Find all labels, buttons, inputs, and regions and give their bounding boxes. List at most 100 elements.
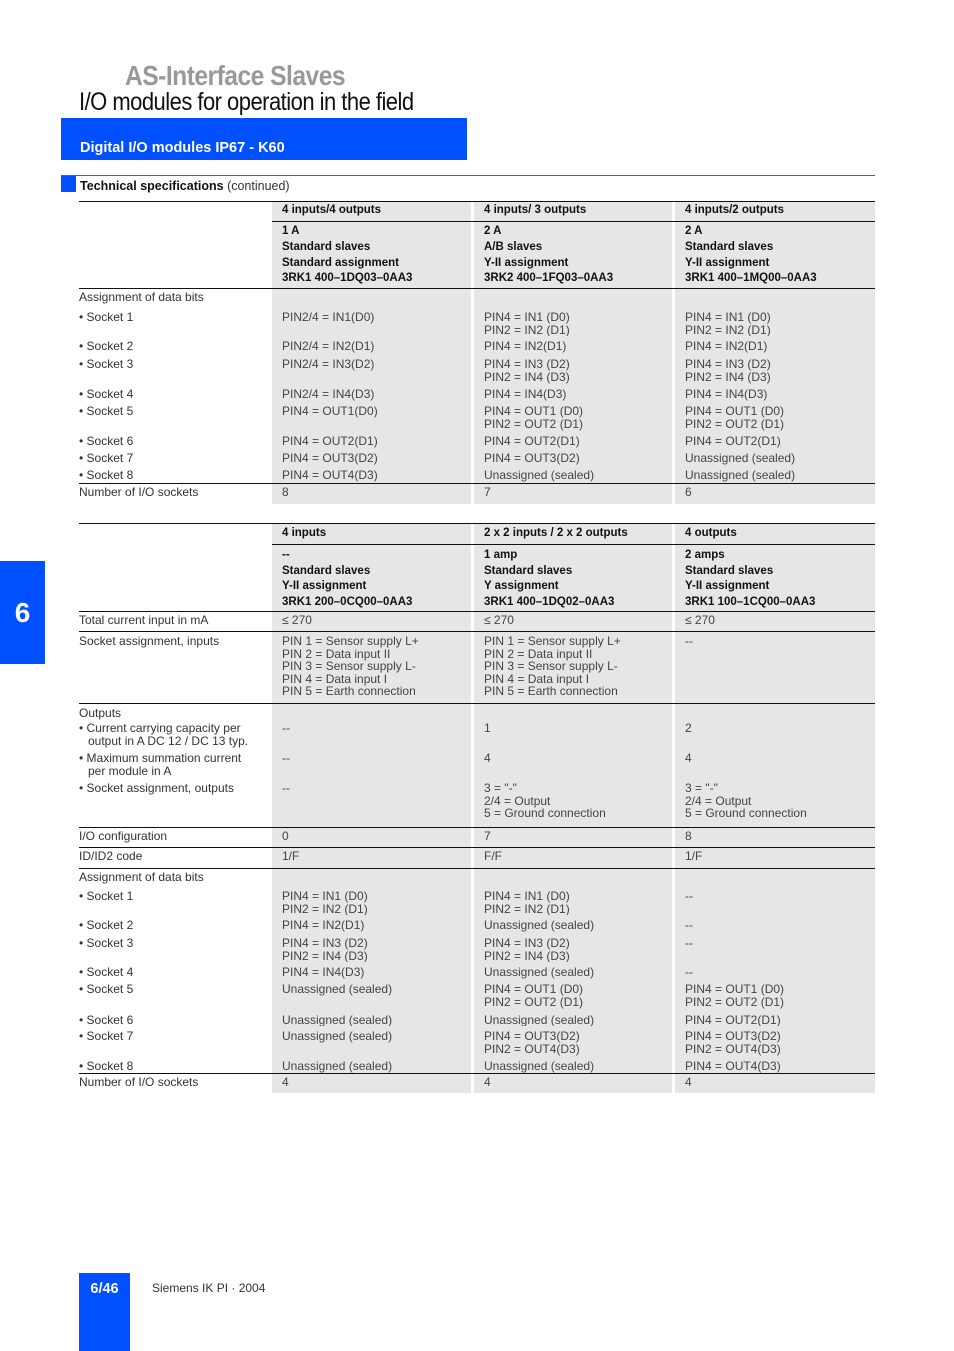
cell-line: PIN2 = OUT4(D3) [685, 1041, 781, 1056]
num-sockets-value: 6 [675, 483, 875, 504]
socket-label: Socket 6 [79, 1010, 272, 1027]
socket-label: Socket 5 [79, 979, 272, 1010]
cell-line: 1/F [685, 849, 703, 863]
num-sockets-value: 4 [272, 1073, 471, 1093]
cell-line: PIN4 = IN4(D3) [282, 965, 365, 979]
label-text: Socket 4 [79, 388, 272, 401]
socket-value: PIN4 = OUT3(D2) PIN2 = OUT4(D3) [474, 1026, 672, 1056]
socket-row: Socket 5 Unassigned (sealed) PIN4 = OUT1 (… [79, 979, 875, 1010]
cell-line: 5 = Ground connection [685, 806, 807, 821]
socket-value: PIN4 = OUT2(D1) [272, 431, 471, 448]
socket-label: Socket 8 [79, 465, 272, 483]
label-text: Socket 5 [79, 983, 272, 996]
cell-line: PIN 1 = Sensor supply L+ [484, 634, 621, 648]
socket-value: PIN4 = OUT3(D2) PIN2 = OUT4(D3) [675, 1026, 875, 1056]
socket-value: Unassigned (sealed) [474, 962, 672, 979]
section-suffix: (continued) [227, 179, 290, 193]
socket-label: Socket 7 [79, 448, 272, 465]
socket-value: Unassigned (sealed) [474, 1010, 672, 1026]
column-spec-header: 2 amps Standard slaves Y-II assignment 3RK1… [675, 544, 875, 611]
cell-line: Standard assignment [282, 256, 399, 269]
cell-line: 2 x 2 inputs / 2 x 2 outputs [484, 527, 628, 539]
cell-line: 4 [484, 751, 491, 765]
value-cell [272, 703, 471, 721]
socket-label: Socket 3 [79, 354, 272, 384]
cell-line: PIN2 = IN2 (D1) [484, 322, 570, 337]
socket-value: PIN4 = IN2(D1) [675, 336, 875, 354]
cell-line: 2 amps [685, 549, 725, 561]
row-label [79, 221, 272, 288]
socket-label: Socket 3 [79, 933, 272, 962]
socket-value: PIN2/4 = IN4(D3) [272, 384, 471, 401]
cell-line: 4 outputs [685, 527, 737, 539]
cell-line: PIN4 = OUT1 (D0) [685, 982, 785, 996]
cell-line: PIN4 = IN3 (D2) [282, 936, 368, 950]
socket-row: Socket 4 PIN2/4 = IN4(D3) PIN4 = IN4(D3) PI… [79, 384, 875, 401]
socket-row: Socket 1PIN2/4 = IN1(D0)PIN4 = IN1 (D0)P… [79, 307, 875, 336]
cell-line: PIN2 = IN2 (D1) [685, 322, 771, 337]
cell-line: ≤ 270 [484, 613, 514, 627]
section-title: Technical specifications [80, 179, 224, 193]
socket-value: -- [675, 962, 875, 979]
column-spec-header: 2 A Standard slaves Y-II assignment 3RK1 40… [675, 221, 875, 288]
cell-line: 4 [685, 751, 692, 765]
socket-label: Socket 4 [79, 962, 272, 979]
cell-line: Unassigned (sealed) [685, 468, 796, 482]
current-capacity-row: Current carrying capacity peroutput in A… [79, 721, 875, 751]
cell-line: PIN2 = IN4 (D3) [484, 948, 570, 963]
cell-line: PIN4 = IN2(D1) [282, 918, 365, 932]
socket-value: PIN4 = OUT3(D2) [474, 448, 672, 465]
socket-row: Socket 3PIN4 = IN3 (D2)PIN2 = IN4 (D3)PI… [79, 933, 875, 962]
cell-line: A/B slaves [484, 240, 543, 253]
socket-label: Socket 7 [79, 1026, 272, 1056]
label-text: Number of I/O sockets [79, 485, 199, 499]
cell-line: Y assignment [484, 580, 559, 592]
socket-value: Unassigned (sealed) [474, 1056, 672, 1073]
socket-value: PIN4 = IN1 (D0) PIN2 = IN2 (D1) [474, 886, 672, 915]
cell-line: PIN2 = OUT2 (D1) [685, 994, 785, 1009]
cell-line: Unassigned (sealed) [685, 451, 796, 465]
socket-label: Socket 4 [79, 384, 272, 401]
cell-line: Unassigned (sealed) [484, 1059, 595, 1073]
socket-row: Socket 3PIN2/4 = IN3(D2)PIN4 = IN3 (D2)P… [79, 354, 875, 384]
cell-line: Standard slaves [484, 564, 573, 577]
socket-value: PIN4 = OUT2(D1) [675, 1010, 875, 1026]
socket-value: PIN4 = OUT2(D1) [675, 431, 875, 448]
cell-line: 5 = Ground connection [484, 806, 606, 821]
num-sockets-value: 4 [675, 1073, 875, 1093]
column-type-header: 4 outputs [675, 523, 875, 544]
row-label: Number of I/O sockets [79, 483, 272, 504]
socket-value: Unassigned (sealed) [272, 1056, 471, 1073]
cell-line: 2 [685, 721, 692, 735]
cell-line: PIN 3 = Sensor supply L- [282, 659, 416, 674]
socket-value: Unassigned (sealed) [272, 1026, 471, 1056]
cell-line: PIN4 = OUT2(D1) [685, 1013, 781, 1027]
socket-value: PIN4 = IN4(D3) [474, 384, 672, 401]
cell-line: PIN4 = IN3 (D2) [685, 357, 771, 371]
chapter-tab[interactable]: 6 [0, 561, 45, 664]
cell-line: Unassigned (sealed) [282, 1029, 393, 1043]
row-label [79, 544, 272, 611]
cell-line: PIN 5 = Earth connection [484, 684, 618, 699]
socket-row: Socket 2 PIN4 = IN2(D1) Unassigned (sealed… [79, 915, 875, 933]
assignment-heading-row: Assignment of data bits [79, 868, 875, 886]
socket-row: Socket 6 Unassigned (sealed) Unassigned (s… [79, 1010, 875, 1027]
max-current-row: Maximum summation currentper module in A… [79, 751, 875, 781]
socket-value: PIN2/4 = IN3(D2) [272, 354, 471, 384]
label-text: Socket 2 [79, 919, 272, 932]
cell-line: 8 [282, 485, 289, 499]
label-text: Socket 1 [79, 890, 272, 903]
socket-row: Socket 7 Unassigned (sealed) PIN4 = OUT3(D… [79, 1026, 875, 1056]
value-cell [474, 868, 672, 886]
socket-row: Socket 2 PIN2/4 = IN2(D1) PIN4 = IN2(D1) PI… [79, 336, 875, 354]
cell-line: PIN4 = IN4(D3) [484, 387, 567, 401]
socket-value: PIN4 = IN3 (D2) PIN2 = IN4 (D3) [474, 354, 672, 384]
socket-value: PIN4 = IN2(D1) [272, 915, 471, 933]
label-text: Socket 1 [79, 311, 272, 324]
label-text: ID/ID2 code [79, 849, 143, 863]
cell-line: 4 [484, 1075, 491, 1089]
cell-line: 1 amp [484, 549, 518, 561]
cell-line: -- [282, 721, 290, 735]
column-type-header: 4 inputs/4 outputs [272, 201, 471, 221]
cell-line: -- [685, 936, 693, 950]
